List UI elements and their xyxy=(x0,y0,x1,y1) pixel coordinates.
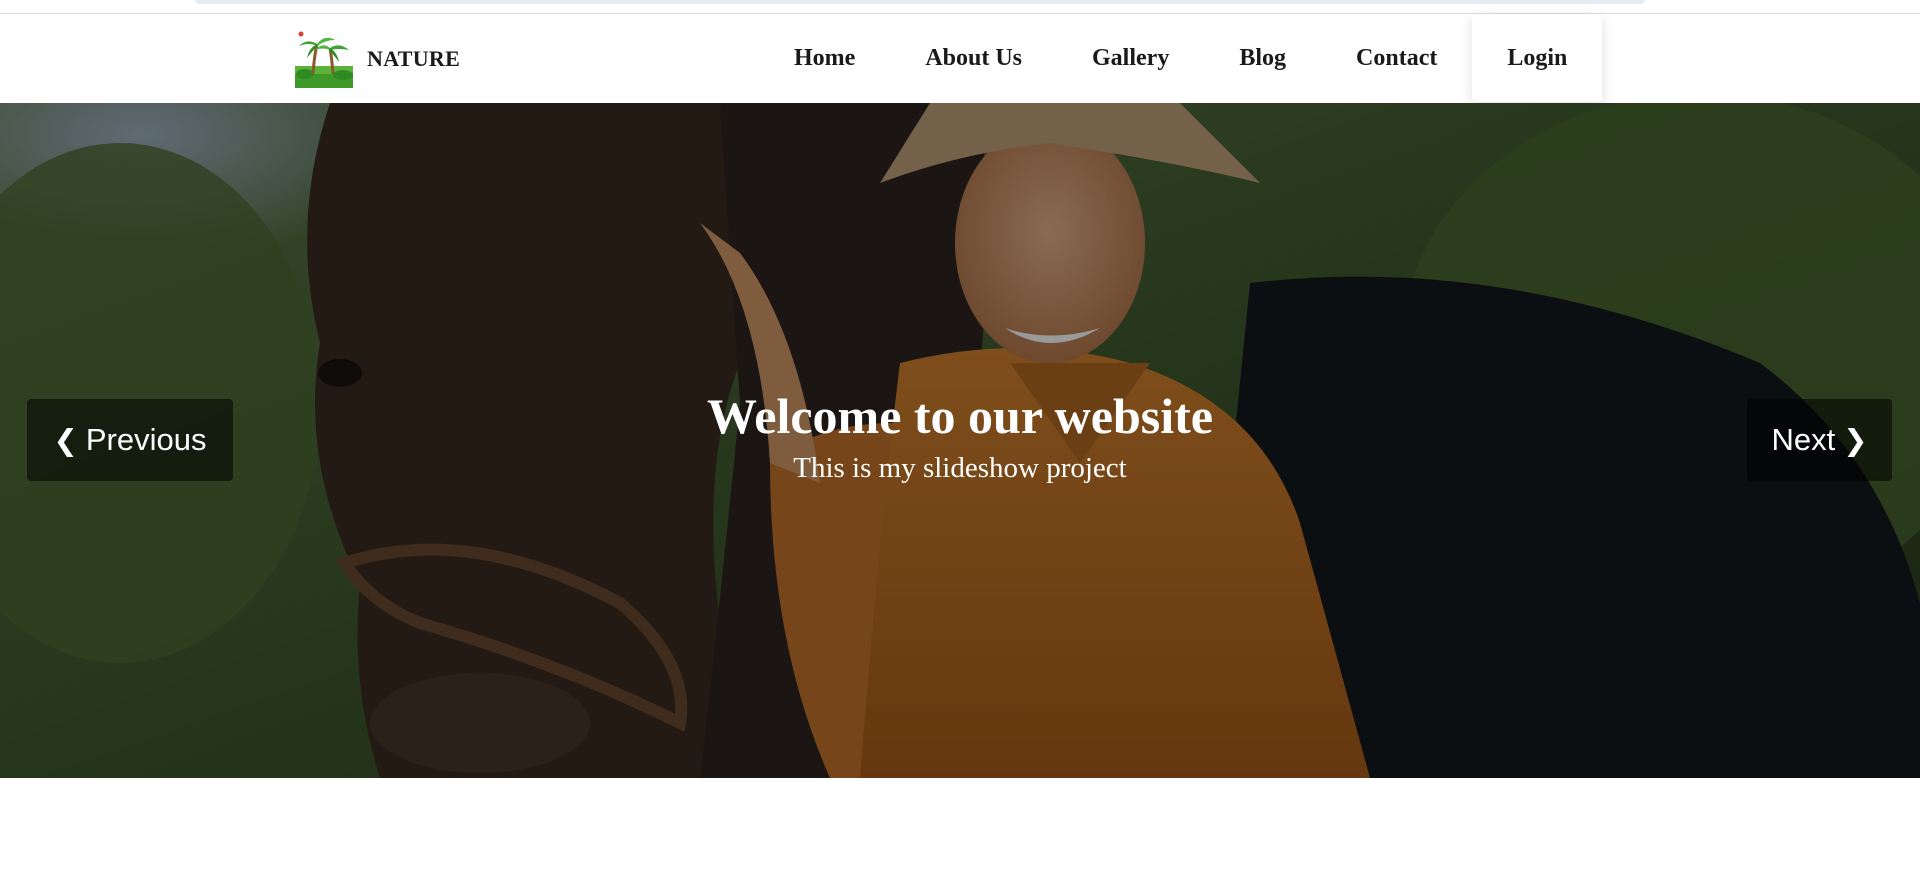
next-button[interactable]: Next ❯ xyxy=(1747,399,1892,481)
chevron-right-icon: ❯ xyxy=(1843,424,1868,457)
brand-name: NATURE xyxy=(367,46,461,71)
nav-login[interactable]: Login xyxy=(1472,14,1603,102)
top-strip-shadow xyxy=(195,0,1645,4)
main-nav: Home About Us Gallery Blog Contact Login xyxy=(759,14,1603,102)
nav-contact[interactable]: Contact xyxy=(1321,14,1472,102)
hero-slideshow: ❮ Previous Welcome to our website This i… xyxy=(0,103,1920,778)
top-strip xyxy=(0,0,1920,14)
next-label: Next xyxy=(1771,422,1836,457)
nav-about-us[interactable]: About Us xyxy=(890,14,1057,102)
palm-trees-logo-icon xyxy=(295,31,353,88)
nav-blog[interactable]: Blog xyxy=(1204,14,1321,102)
slide-title: Welcome to our website xyxy=(707,388,1213,444)
nav-gallery[interactable]: Gallery xyxy=(1057,14,1204,102)
brand[interactable]: NATURE xyxy=(295,30,460,88)
slide-subtitle: This is my slideshow project xyxy=(793,452,1127,484)
slide-caption: Welcome to our website This is my slides… xyxy=(0,386,1920,486)
nav-home[interactable]: Home xyxy=(759,14,890,102)
navbar: NATURE Home About Us Gallery Blog Contac… xyxy=(0,14,1920,102)
